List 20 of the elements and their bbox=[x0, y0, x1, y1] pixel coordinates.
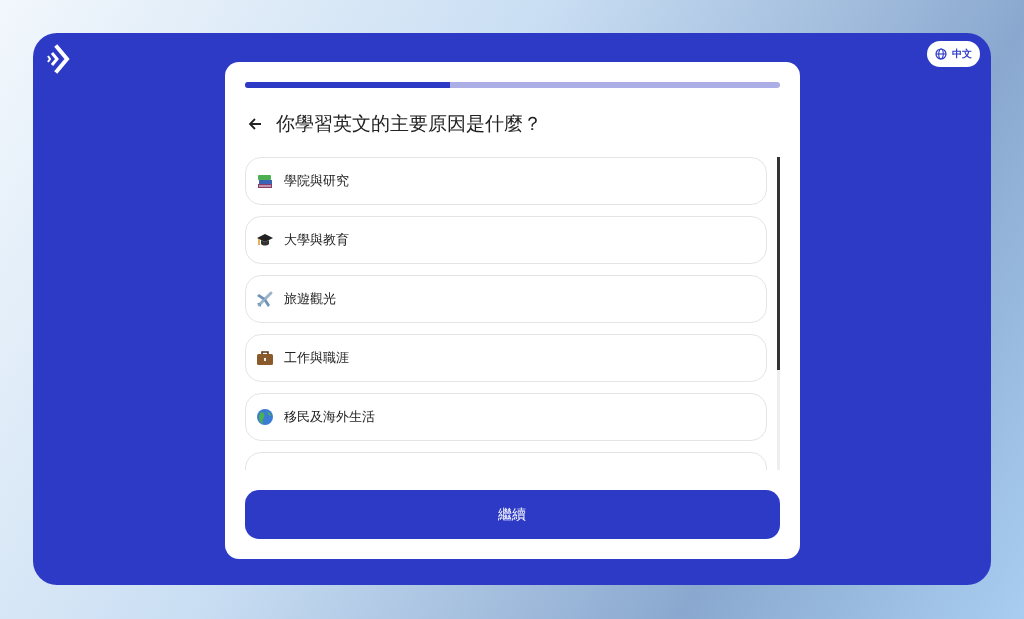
option-label: 移民及海外生活 bbox=[283, 407, 375, 426]
back-arrow-icon[interactable] bbox=[247, 116, 262, 131]
option-item[interactable]: 移民及海外生活 bbox=[244, 392, 767, 441]
language-button[interactable]: 中文 bbox=[927, 41, 980, 67]
option-item[interactable]: 大學與教育 bbox=[244, 215, 767, 264]
option-item[interactable]: 旅遊觀光 bbox=[244, 274, 767, 323]
option-label: 旅遊觀光 bbox=[283, 289, 336, 308]
briefcase-icon bbox=[255, 348, 274, 367]
option-label: 工作與職涯 bbox=[283, 348, 349, 367]
option-label: 大學與教育 bbox=[283, 230, 349, 249]
question-title: 你學習英文的主要原因是什麼？ bbox=[275, 110, 542, 136]
globe-icon bbox=[935, 48, 947, 60]
logo-icon bbox=[47, 44, 71, 74]
airplane-icon bbox=[255, 289, 274, 308]
option-label: 學院與研究 bbox=[283, 171, 349, 190]
option-item[interactable]: 工作與職涯 bbox=[244, 333, 767, 382]
continue-button[interactable]: 繼續 bbox=[244, 490, 780, 539]
scrollbar[interactable] bbox=[776, 156, 780, 471]
option-item[interactable]: 學院與研究 bbox=[244, 156, 767, 205]
globe-icon bbox=[255, 407, 274, 426]
